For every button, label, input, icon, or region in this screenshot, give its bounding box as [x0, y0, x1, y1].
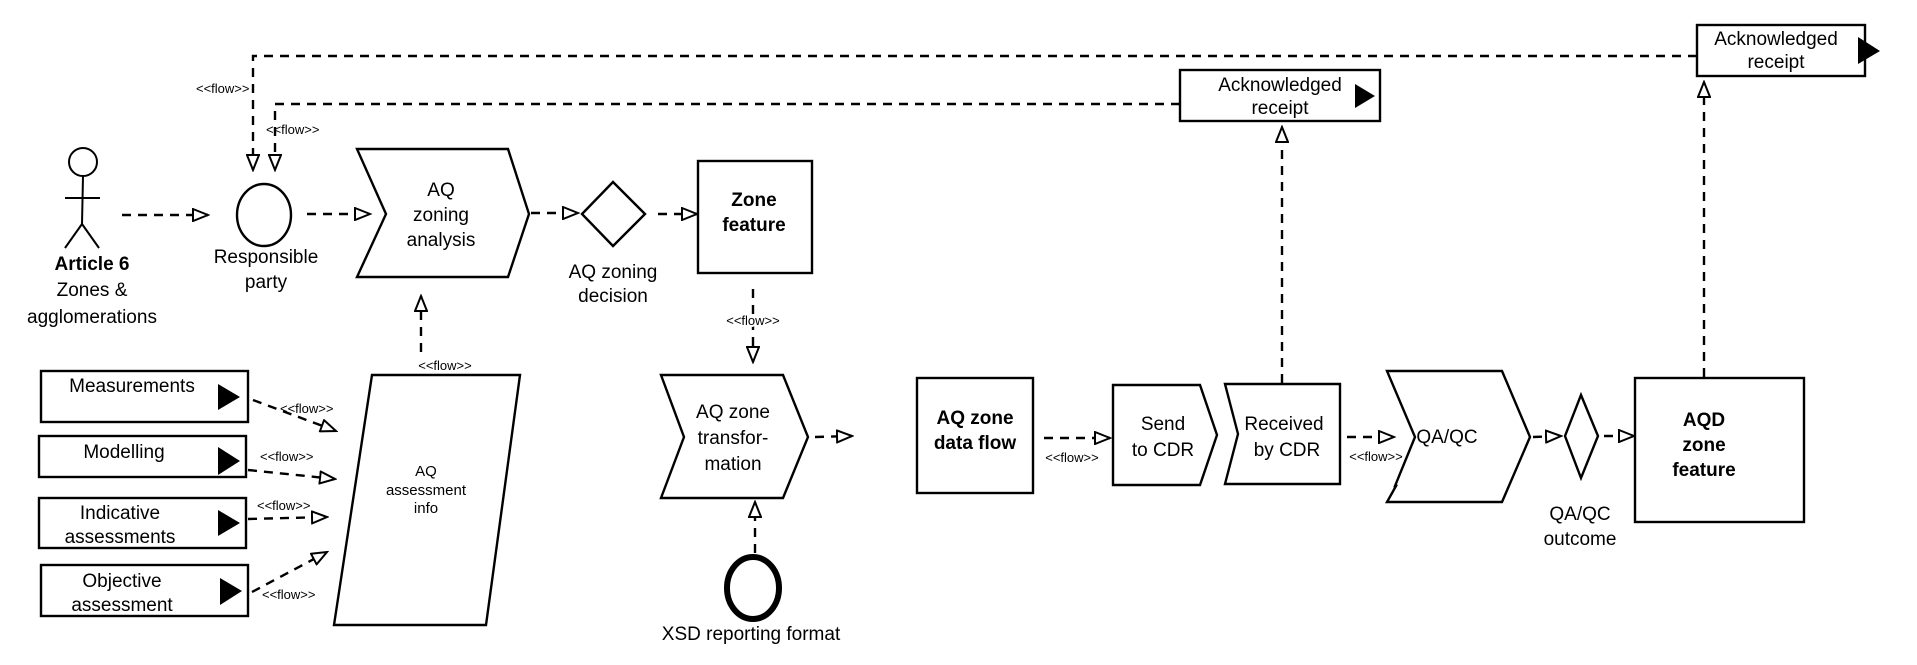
qa-qc[interactable]: QA/QC — [1384, 369, 1532, 504]
aqd-zone-feature[interactable]: AQD zone feature — [1633, 376, 1806, 524]
input-objective-assessment[interactable]: Objective assessment — [39, 563, 250, 618]
svg-text:mation: mation — [704, 454, 761, 475]
svg-text:<<flow>>: <<flow>> — [257, 498, 311, 513]
svg-text:Article 6: Article 6 — [55, 254, 130, 275]
aq-zoning-decision[interactable]: AQ zoning decision — [569, 180, 658, 307]
flow-received-to-qaqc: <<flow>> — [1347, 437, 1403, 464]
qa-qc-outcome[interactable]: QA/QC outcome — [1544, 391, 1617, 550]
svg-text:party: party — [245, 272, 288, 293]
xsd-reporting-format[interactable]: XSD reporting format — [662, 554, 841, 645]
svg-text:Indicative: Indicative — [80, 503, 160, 524]
flow-indicative: <<flow>> — [247, 498, 327, 519]
svg-text:Measurements: Measurements — [69, 376, 195, 397]
process-diagram: <<flow>> <<flow>> Acknowledged receipt A… — [27, 23, 1880, 645]
svg-text:<<flow>>: <<flow>> — [262, 587, 316, 602]
flow-arrow — [1532, 436, 1561, 437]
input-modelling[interactable]: Modelling — [37, 434, 248, 479]
responsible-party[interactable]: Responsible party — [214, 182, 319, 293]
play-icon — [1858, 37, 1880, 64]
svg-text:to CDR: to CDR — [1132, 440, 1194, 461]
flow-zone-to-transformation: <<flow>> — [724, 289, 782, 362]
svg-text:<<flow>>: <<flow>> — [726, 313, 780, 328]
svg-text:<<flow>>: <<flow>> — [280, 401, 334, 416]
aq-zone-data-flow[interactable]: AQ zone data flow — [915, 376, 1035, 495]
flow-label: <<flow>> — [196, 81, 250, 96]
svg-text:receipt: receipt — [1251, 98, 1309, 119]
ack-receipt-2[interactable]: Acknowledged receipt — [1695, 23, 1880, 78]
svg-text:by CDR: by CDR — [1254, 440, 1321, 461]
svg-text:<<flow>>: <<flow>> — [260, 449, 314, 464]
flow-objective: <<flow>> — [251, 552, 327, 602]
send-to-cdr[interactable]: Send to CDR — [1111, 383, 1219, 487]
svg-text:zoning: zoning — [413, 205, 469, 226]
svg-text:AQ zone: AQ zone — [696, 402, 770, 423]
input-indicative-assessments[interactable]: Indicative assessments — [37, 496, 248, 550]
svg-text:zone: zone — [1682, 435, 1725, 456]
svg-text:data flow: data flow — [934, 433, 1017, 454]
svg-text:<<flow>>: <<flow>> — [418, 358, 472, 373]
svg-text:Objective: Objective — [82, 571, 161, 592]
svg-text:Responsible: Responsible — [214, 247, 319, 268]
svg-text:XSD reporting format: XSD reporting format — [662, 624, 841, 645]
svg-text:Acknowledged: Acknowledged — [1714, 29, 1838, 50]
flow-arrow — [814, 436, 852, 437]
zone-feature[interactable]: Zone feature — [696, 159, 814, 275]
svg-text:feature: feature — [722, 215, 785, 236]
svg-text:Send: Send — [1141, 414, 1185, 435]
ack-receipt-1[interactable]: Acknowledged receipt — [1178, 68, 1382, 123]
flow-label: <<flow>> — [266, 122, 320, 137]
svg-text:assessments: assessments — [65, 527, 176, 548]
flow-data-to-send: <<flow>> — [1044, 438, 1110, 465]
received-by-cdr[interactable]: Received by CDR — [1223, 382, 1342, 486]
flow-measurements: <<flow>> — [252, 398, 336, 431]
flow-assessment-to-analysis: <<flow>> — [418, 296, 472, 373]
svg-text:Zones &: Zones & — [57, 280, 128, 301]
svg-text:decision: decision — [578, 286, 648, 307]
svg-text:assessment: assessment — [386, 482, 467, 499]
aq-zoning-analysis[interactable]: AQ zoning analysis — [355, 147, 531, 279]
aq-assessment-info[interactable]: AQ assessment info — [332, 373, 522, 627]
svg-text:transfor-: transfor- — [698, 428, 769, 449]
svg-text:Zone: Zone — [731, 190, 776, 211]
svg-text:outcome: outcome — [1544, 529, 1617, 550]
svg-text:QA/QC: QA/QC — [1549, 504, 1610, 525]
input-measurements[interactable]: Measurements — [39, 369, 250, 424]
svg-text:receipt: receipt — [1747, 52, 1805, 73]
svg-text:feature: feature — [1672, 460, 1735, 481]
svg-text:AQ: AQ — [427, 180, 454, 201]
svg-text:agglomerations: agglomerations — [27, 307, 157, 328]
svg-text:assessment: assessment — [71, 595, 173, 616]
svg-text:<<flow>>: <<flow>> — [1349, 449, 1403, 464]
aq-zone-transformation[interactable]: AQ zone transfor- mation — [659, 373, 810, 500]
svg-text:Received: Received — [1244, 414, 1323, 435]
svg-text:Acknowledged: Acknowledged — [1218, 75, 1342, 96]
svg-text:info: info — [414, 500, 438, 517]
flow-modelling: <<flow>> — [247, 449, 335, 479]
svg-text:AQ: AQ — [415, 463, 437, 480]
svg-text:analysis: analysis — [407, 230, 476, 251]
actor-article-6[interactable]: Article 6 Zones & agglomerations — [27, 147, 157, 328]
svg-text:AQ zone: AQ zone — [936, 408, 1013, 429]
svg-text:QA/QC: QA/QC — [1416, 427, 1477, 448]
svg-text:AQ zoning: AQ zoning — [569, 262, 658, 283]
svg-text:Modelling: Modelling — [83, 442, 164, 463]
svg-text:AQD: AQD — [1683, 410, 1725, 431]
svg-text:<<flow>>: <<flow>> — [1045, 450, 1099, 465]
